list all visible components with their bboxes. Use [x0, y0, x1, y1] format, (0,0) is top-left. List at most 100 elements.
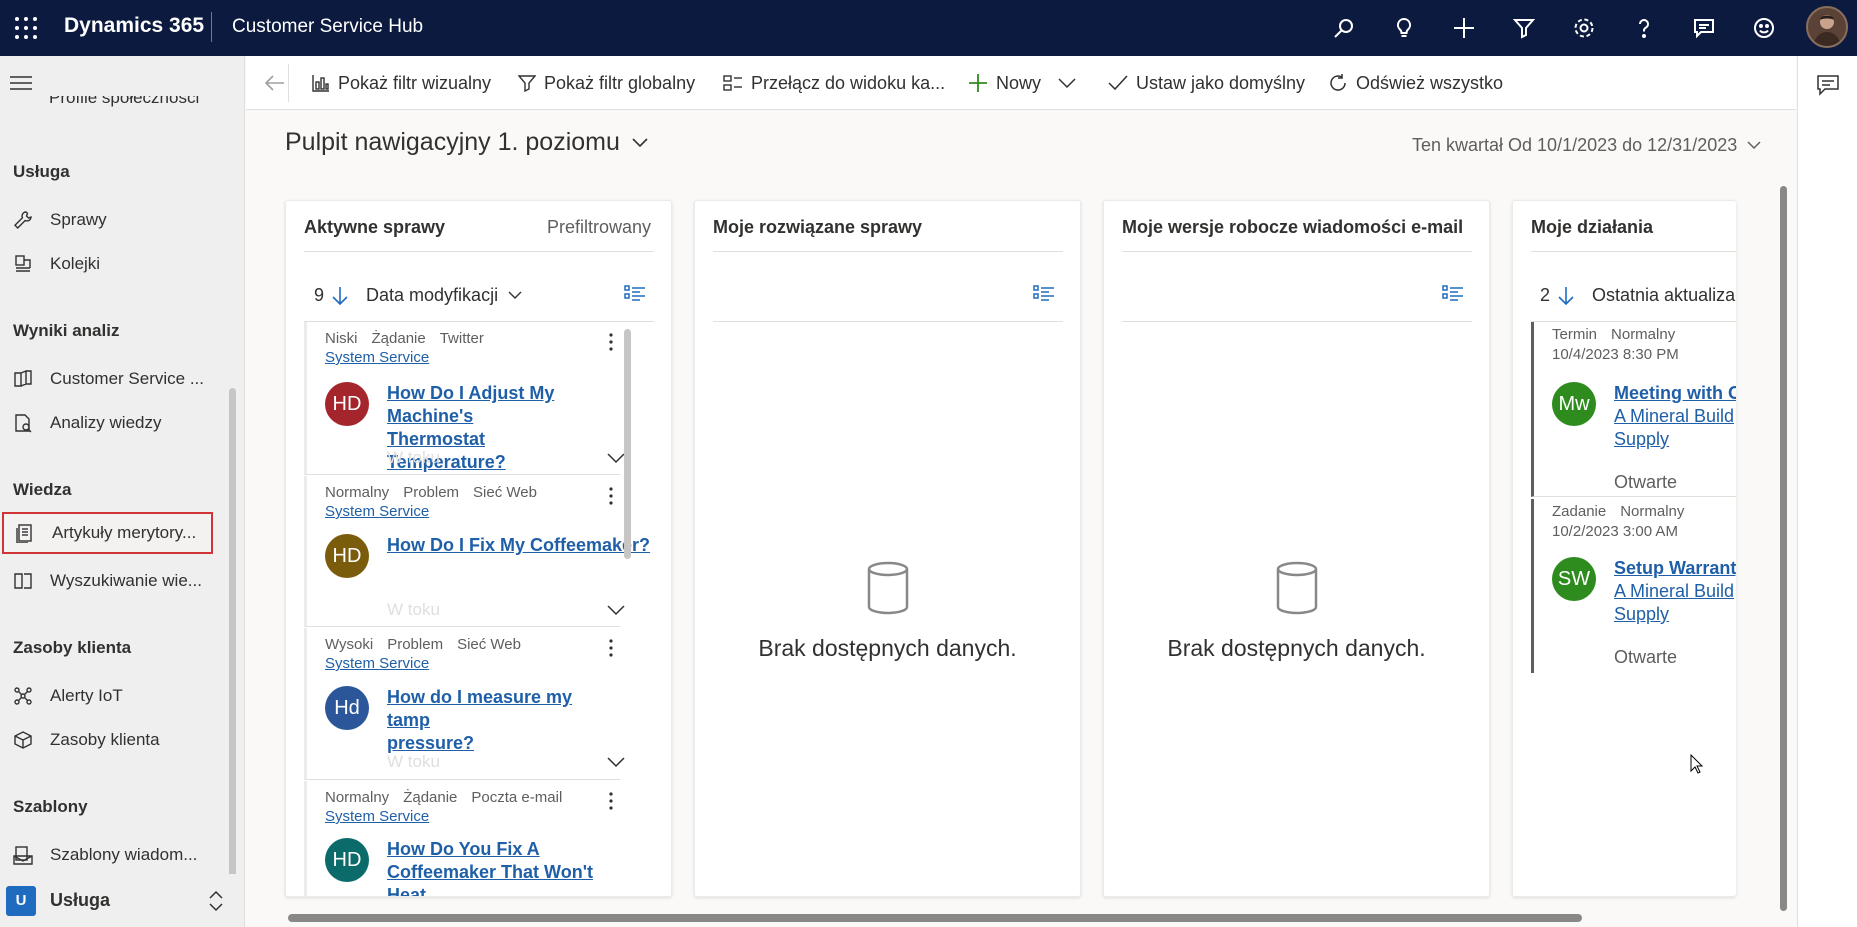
dashboard-selector[interactable]: Pulpit nawigacyjny 1. poziomu [285, 128, 648, 157]
show-global-filter-button[interactable]: Pokaż filtr globalny [518, 56, 695, 110]
more-options-icon[interactable] [607, 636, 615, 660]
case-list-item[interactable]: Normalny Żądanie Poczta e-mail System Serv… [304, 781, 620, 896]
view-records-list-icon[interactable] [624, 285, 646, 303]
sidebar-item-szablony-wiadomosci[interactable]: Szablony wiadom... [0, 834, 220, 876]
activity-list-item[interactable]: Zadanie Normalny 10/2/2023 3:00 AM SW Set… [1531, 499, 1736, 673]
case-list-item[interactable]: Wysoki Problem Sieć Web System Service Hd … [304, 628, 625, 780]
activity-title-link[interactable]: Meeting with O A Mineral Build Supply [1614, 382, 1736, 451]
mouse-pointer-icon [1690, 754, 1704, 774]
main-horizontal-scrollbar[interactable] [288, 914, 1582, 922]
mail-template-icon [12, 844, 34, 866]
active-cases-card: Aktywne sprawy Prefiltrowany 9 Data mody… [285, 200, 672, 897]
app-launcher-icon[interactable] [12, 14, 40, 42]
sidebar-item-zasoby-klienta[interactable]: Zasoby klienta [0, 719, 220, 761]
empty-state-text: Brak dostępnych danych. [1167, 635, 1426, 661]
case-owner-link[interactable]: System Service [325, 655, 429, 672]
expand-chevron-icon[interactable] [607, 756, 625, 768]
user-avatar[interactable] [1806, 6, 1848, 48]
case-title-link[interactable]: How do I measure my tamp pressure? [387, 686, 607, 755]
case-origin: Sieć Web [473, 484, 537, 501]
activity-meta: Termin Normalny [1552, 326, 1689, 343]
sidebar-item-alerty-iot[interactable]: Alerty IoT [0, 675, 220, 717]
settings-icon[interactable] [1568, 12, 1600, 44]
activities-card: Moje działania 2 Ostatnia aktualizac Ter… [1512, 200, 1736, 897]
chevron-down-icon [1747, 141, 1761, 150]
activity-title: Setup Warranty [1614, 558, 1736, 578]
add-icon[interactable] [1448, 12, 1480, 44]
case-priority: Wysoki [325, 636, 374, 653]
search-icon[interactable] [1328, 12, 1360, 44]
area-switcher[interactable]: U Usługa [0, 874, 244, 927]
view-records-list-icon[interactable] [1033, 285, 1055, 303]
sort-control[interactable]: 9 Data modyfikacji [314, 285, 522, 306]
timeframe-selector[interactable]: Ten kwartał Od 10/1/2023 do 12/31/2023 [1412, 135, 1761, 156]
show-visual-filter-button[interactable]: Pokaż filtr wizualny [312, 56, 491, 110]
expand-chevron-icon[interactable] [607, 452, 625, 464]
activity-regarding: Supply [1614, 429, 1670, 449]
card-scrollbar[interactable] [624, 329, 631, 559]
case-status: W toku [387, 600, 440, 619]
activity-title-link[interactable]: Setup Warranty A Mineral Build Supply [1614, 557, 1736, 626]
sidebar-item-sprawy[interactable]: Sprawy [0, 199, 220, 241]
sort-arrow-down-icon[interactable] [332, 286, 348, 306]
more-options-icon[interactable] [607, 484, 615, 508]
case-title-link[interactable]: How Do You Fix A Coffeemaker That Won't H… [387, 838, 627, 896]
sort-control[interactable]: 2 Ostatnia aktualizac [1540, 285, 1736, 306]
card-divider [1122, 321, 1472, 322]
refresh-all-button[interactable]: Odśwież wszystko [1328, 56, 1503, 110]
sidebar-item-partial[interactable]: Profile społeczności [12, 96, 199, 116]
activity-priority: Normalny [1611, 326, 1676, 343]
sidebar-item-artykuly-merytoryczne[interactable]: Artykuły merytory... [2, 512, 213, 554]
smiley-icon[interactable] [1748, 12, 1780, 44]
card-subtitle: Prefiltrowany [547, 217, 652, 237]
nav-group-title: Wiedza [13, 480, 72, 499]
activity-list-item[interactable]: Termin Normalny 10/4/2023 8:30 PM Mw Meet… [1531, 322, 1736, 497]
sidebar-item-label: Artykuły merytory... [52, 523, 197, 542]
hamburger-menu-icon[interactable] [10, 74, 34, 98]
sidebar-item-label: Zasoby klienta [50, 730, 160, 749]
checkmark-icon [1108, 75, 1128, 91]
sidebar-scrollbar[interactable] [229, 388, 236, 891]
view-records-list-icon[interactable] [1442, 285, 1464, 303]
iot-icon [12, 685, 34, 707]
card-divider [1122, 251, 1472, 252]
sidebar-item-kolejki[interactable]: Kolejki [0, 243, 220, 285]
card-divider [1531, 251, 1736, 252]
new-button[interactable]: Nowy [968, 56, 1041, 110]
switch-view-button[interactable]: Przełącz do widoku ka... [723, 56, 945, 110]
case-owner-link[interactable]: System Service [325, 503, 429, 520]
lightbulb-icon[interactable] [1388, 12, 1420, 44]
more-options-icon[interactable] [607, 330, 615, 354]
productivity-pane-chat-icon[interactable] [1816, 74, 1840, 96]
case-meta: Wysoki Problem Sieć Web [325, 636, 535, 653]
nav-group-title: Zasoby klienta [13, 638, 132, 657]
area-badge: U [6, 885, 36, 916]
main-vertical-scrollbar[interactable] [1780, 186, 1787, 911]
new-dropdown-chevron-icon[interactable] [1058, 56, 1076, 110]
back-button[interactable] [264, 56, 286, 110]
case-type: Żądanie [371, 330, 426, 347]
set-default-button[interactable]: Ustaw jako domyślny [1108, 56, 1305, 110]
sidebar-item-wyszukiwanie-wiedzy[interactable]: Wyszukiwanie wie... [0, 560, 220, 602]
app-name[interactable]: Customer Service Hub [232, 16, 423, 38]
sidebar-item-analizy-wiedzy[interactable]: Analizy wiedzy [0, 402, 220, 444]
case-list-item[interactable]: Normalny Problem Sieć Web System Service H… [304, 476, 650, 627]
brand-name[interactable]: Dynamics 365 [64, 14, 204, 38]
sidebar-item-customer-service-insights[interactable]: Customer Service ... [0, 358, 220, 400]
case-status: W toku [387, 448, 440, 467]
chat-icon[interactable] [1688, 12, 1720, 44]
more-options-icon[interactable] [607, 789, 615, 813]
expand-chevron-icon[interactable] [607, 604, 625, 616]
case-list-item[interactable]: Niski Żądanie Twitter System Service HD Ho… [304, 322, 625, 475]
case-owner-link[interactable]: System Service [325, 349, 429, 366]
sidebar-item-label: Wyszukiwanie wie... [50, 571, 202, 590]
case-owner-link[interactable]: System Service [325, 808, 429, 825]
sort-arrow-down-icon[interactable] [1558, 286, 1574, 306]
help-icon[interactable] [1628, 12, 1660, 44]
insights-icon [12, 412, 34, 434]
case-title-line: How Do I Fix My Coffeemaker? [387, 535, 651, 555]
plus-icon [968, 73, 988, 93]
refresh-all-label: Odśwież wszystko [1356, 72, 1504, 93]
case-title-link[interactable]: How Do I Fix My Coffeemaker? [387, 534, 650, 557]
filter-icon[interactable] [1508, 12, 1540, 44]
